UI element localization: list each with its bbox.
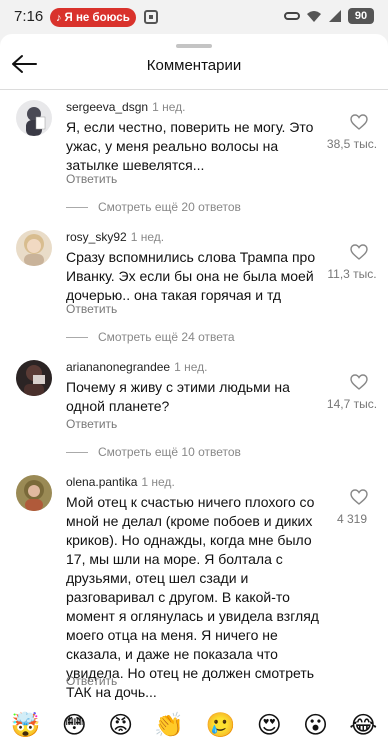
battery-indicator: 90 (348, 8, 374, 24)
key-icon (284, 12, 300, 20)
status-icons: 90 (284, 8, 374, 24)
view-replies-label: Смотреть ещё 24 ответа (98, 330, 235, 344)
emoji-reaction-bar: 🤯 😳 😡 👏 🥲 😍 😮 😂 (0, 700, 388, 750)
signal-icon (329, 10, 341, 22)
recording-label: Я не боюсь (64, 11, 130, 24)
drag-handle[interactable] (176, 44, 212, 48)
view-replies-button[interactable]: Смотреть ещё 24 ответа (66, 330, 235, 344)
flushed-face-emoji-icon[interactable]: 😳 (62, 713, 87, 737)
exploding-head-emoji-icon[interactable]: 🤯 (11, 713, 41, 737)
comment-header: olena.pantika 1 нед. (66, 475, 175, 489)
comment-time: 1 нед. (141, 475, 175, 489)
like-count: 11,3 тыс. (327, 267, 377, 281)
comment-username[interactable]: olena.pantika (66, 475, 137, 489)
angry-face-emoji-icon[interactable]: 😡 (108, 713, 133, 737)
comment-text: Я, если честно, поверить не могу. Это уж… (66, 119, 314, 173)
comment-username[interactable]: rosy_sky92 (66, 230, 127, 244)
replies-line (66, 206, 88, 208)
like-count: 4 319 (336, 512, 368, 526)
comment-text: Сразу вспомнились слова Трампа про Иванк… (66, 249, 316, 303)
reply-button[interactable]: Ответить (66, 172, 117, 186)
wifi-icon (307, 11, 321, 22)
view-replies-button[interactable]: Смотреть ещё 10 ответов (66, 445, 241, 459)
comment-header: rosy_sky92 1 нед. (66, 230, 164, 244)
status-time: 7:16 (14, 8, 44, 25)
replies-line (66, 336, 88, 338)
tears-of-joy-emoji-icon[interactable]: 😂 (349, 713, 377, 737)
heart-icon[interactable] (350, 244, 368, 260)
status-bar: 7:16 ♪ Я не боюсь 90 (0, 0, 388, 34)
header-divider (0, 89, 388, 90)
avatar[interactable] (16, 360, 52, 396)
screen-capture-icon (144, 10, 158, 24)
avatar[interactable] (16, 100, 52, 136)
heart-icon[interactable] (350, 489, 368, 505)
heart-icon[interactable] (350, 114, 368, 130)
like-count: 38,5 тыс. (326, 137, 378, 151)
comment-text: Почему я живу с этими людьми на одной пл… (66, 379, 290, 414)
comment-header: ariananonegrandee 1 нед. (66, 360, 207, 374)
comment-text: Мой отец к счастью ничего плохого со мно… (66, 494, 319, 700)
page-title: Комментарии (146, 57, 242, 74)
comment-time: 1 нед. (174, 360, 208, 374)
view-replies-label: Смотреть ещё 20 ответов (98, 200, 241, 214)
reply-button[interactable]: Ответить (66, 674, 117, 688)
comment-time: 1 нед. (152, 100, 186, 114)
view-replies-label: Смотреть ещё 10 ответов (98, 445, 241, 459)
heart-eyes-emoji-icon[interactable]: 😍 (257, 713, 282, 737)
reply-button[interactable]: Ответить (66, 302, 117, 316)
comments-sheet: Комментарии sergeeva_dsgn 1 нед. Я, если … (0, 34, 388, 750)
comment-username[interactable]: sergeeva_dsgn (66, 100, 148, 114)
recording-indicator[interactable]: ♪ Я не боюсь (50, 8, 136, 27)
smiling-tear-emoji-icon[interactable]: 🥲 (206, 713, 236, 737)
clapping-hands-emoji-icon[interactable]: 👏 (154, 713, 184, 737)
music-note-icon: ♪ (56, 11, 62, 24)
open-mouth-emoji-icon[interactable]: 😮 (303, 713, 328, 737)
reply-button[interactable]: Ответить (66, 417, 117, 431)
comment-username[interactable]: ariananonegrandee (66, 360, 170, 374)
heart-icon[interactable] (350, 374, 368, 390)
comment-header: sergeeva_dsgn 1 нед. (66, 100, 185, 114)
avatar[interactable] (16, 230, 52, 266)
comment-time: 1 нед. (130, 230, 165, 244)
replies-line (66, 451, 88, 453)
like-count: 14,7 тыс. (326, 397, 378, 411)
view-replies-button[interactable]: Смотреть ещё 20 ответов (66, 200, 241, 214)
avatar[interactable] (16, 475, 52, 511)
